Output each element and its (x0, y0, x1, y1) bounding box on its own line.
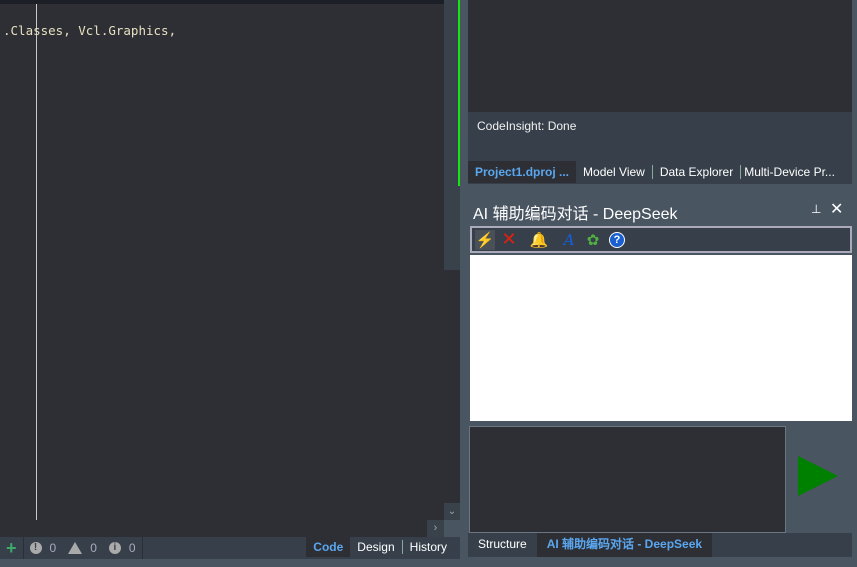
warning-icon (68, 542, 83, 554)
modified-indicator (458, 0, 460, 186)
tab-data-explorer[interactable]: Data Explorer (653, 161, 740, 183)
bell-icon[interactable]: 🔔 (529, 230, 549, 250)
close-icon[interactable]: ✕ (830, 199, 843, 219)
error-icon: ! (29, 542, 42, 554)
tab-project[interactable]: Project1.dproj ... (468, 161, 577, 183)
prompt-input[interactable] (469, 426, 786, 533)
editor-status-bar: + ! 0 0 i0 Code Design History (0, 537, 460, 559)
delete-icon[interactable]: ✕ (499, 229, 519, 250)
right-margin-line (36, 4, 37, 520)
tab-history[interactable]: History (403, 537, 454, 557)
code-editor[interactable] (0, 0, 444, 537)
code-line[interactable]: .Classes, Vcl.Graphics, (3, 23, 176, 38)
project-tabs: Project1.dproj ... Model View Data Explo… (468, 160, 852, 184)
tab-structure[interactable]: Structure (468, 533, 537, 557)
tab-ai-chat[interactable]: AI 辅助编码对话 - DeepSeek (536, 533, 713, 557)
warnings-count[interactable]: 0 (62, 537, 103, 559)
font-icon[interactable]: A (559, 230, 579, 250)
bottom-panel-tabs: Structure AI 辅助编码对话 - DeepSeek (468, 533, 852, 557)
lightning-icon[interactable]: ⚡ (475, 229, 495, 250)
send-button[interactable] (798, 456, 838, 496)
bottom-strip (0, 559, 857, 567)
scroll-right-icon[interactable]: › (427, 520, 444, 537)
errors-count[interactable]: ! 0 (24, 537, 63, 559)
hints-count[interactable]: i0 (103, 537, 143, 559)
plugin-icon[interactable]: ✿ (583, 230, 603, 250)
tab-model-view[interactable]: Model View (576, 161, 652, 183)
editor-top-strip (0, 0, 444, 4)
tab-multi-device[interactable]: Multi-Device Pr... (741, 161, 838, 183)
vertical-scrollbar-track[interactable] (444, 270, 460, 503)
ai-panel-title: AI 辅助编码对话 - DeepSeek (473, 206, 678, 223)
help-icon[interactable]: ? (607, 230, 627, 250)
chat-output[interactable] (470, 255, 852, 421)
scroll-down-icon[interactable]: ⌄ (444, 503, 460, 520)
ai-toolbar: ⚡ ✕ 🔔 A ✿ ? (470, 226, 852, 253)
messages-area (468, 0, 852, 112)
pin-icon[interactable]: ⊥ (811, 202, 821, 216)
panel-edge (852, 0, 857, 567)
tab-code[interactable]: Code (306, 537, 351, 557)
codeinsight-status: CodeInsight: Done (468, 112, 852, 160)
tab-design[interactable]: Design (350, 537, 401, 557)
plus-icon[interactable]: + (6, 538, 17, 559)
panel-splitter[interactable] (460, 0, 468, 567)
info-icon: i (108, 542, 121, 554)
